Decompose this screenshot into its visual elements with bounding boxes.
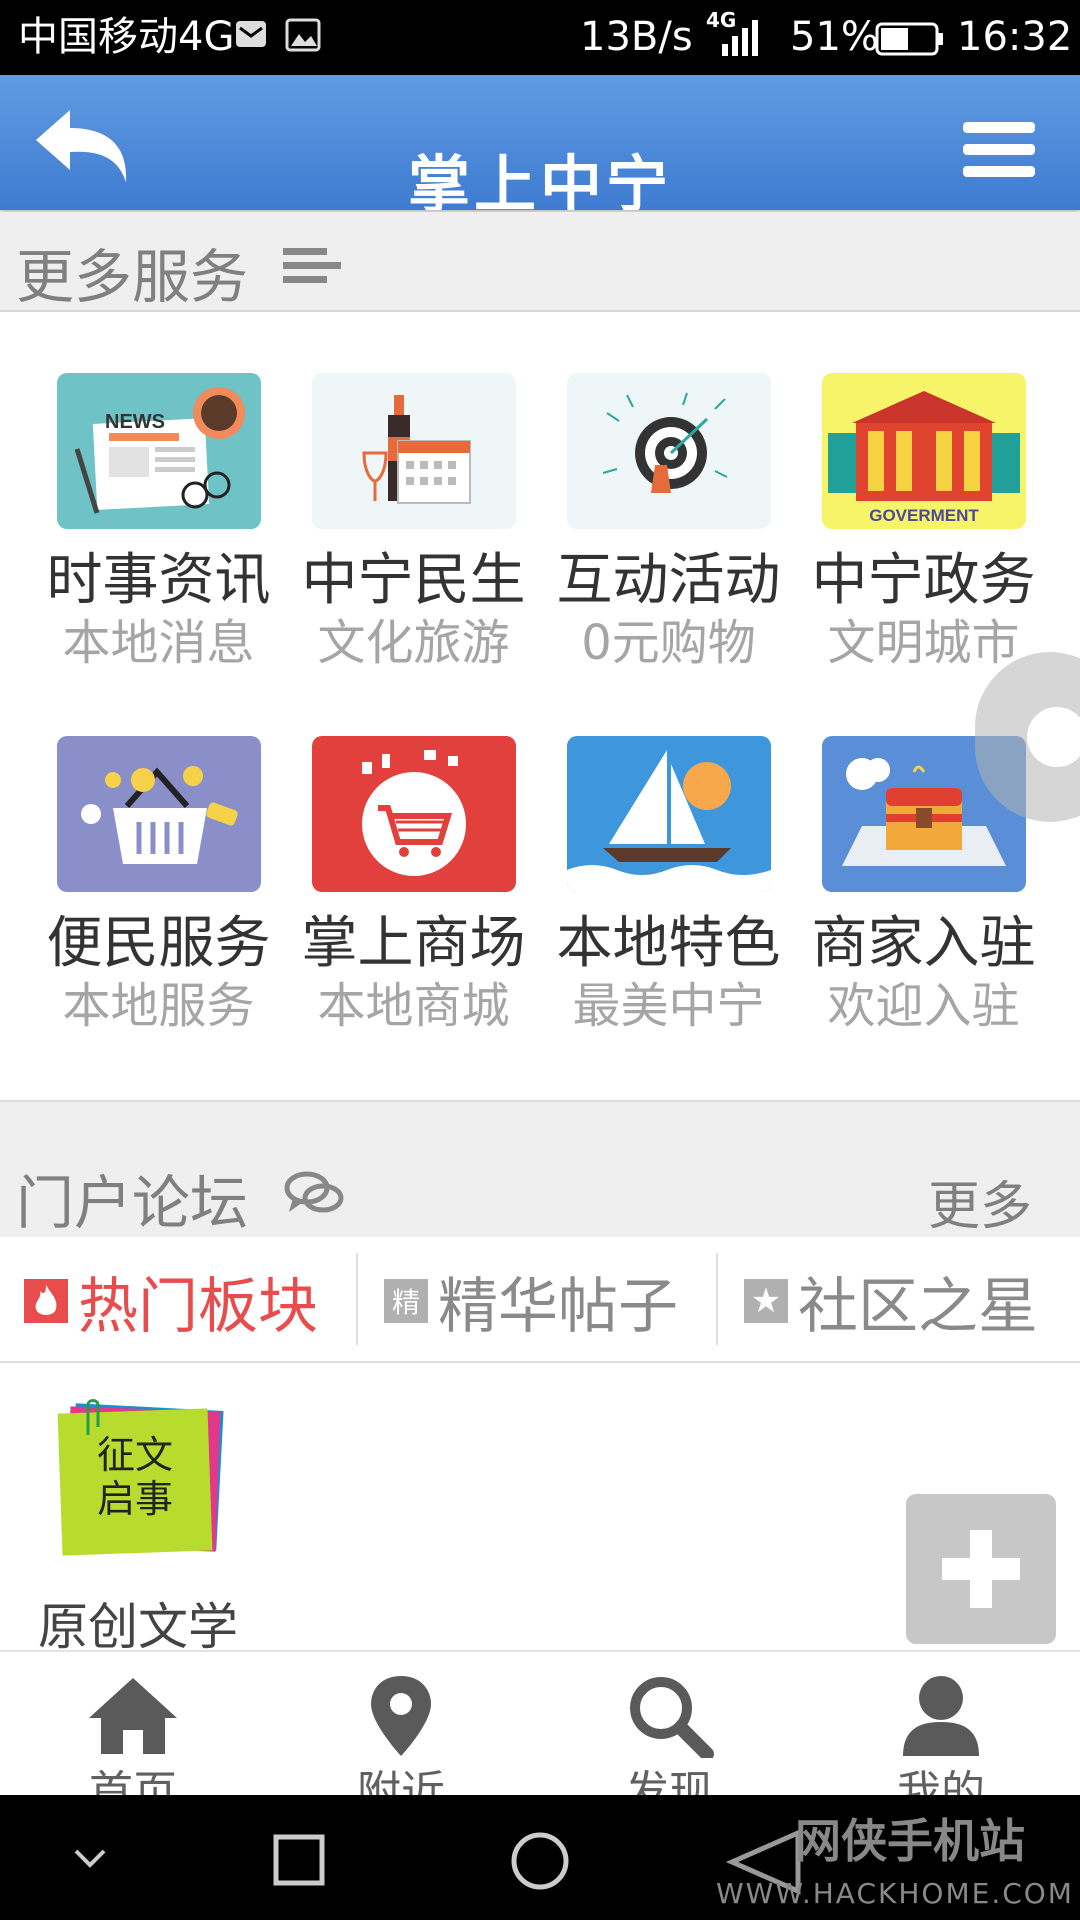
image-icon <box>285 18 321 52</box>
shopping-basket-icon <box>56 736 261 892</box>
service-title: 时事资讯 <box>46 548 271 613</box>
home-icon <box>89 1678 177 1754</box>
forum-header: 门户论坛 更多 <box>0 1100 1080 1240</box>
forum-board-item[interactable]: 征文 启事 原创文学 <box>30 1395 270 1656</box>
tab-featured[interactable]: 精 精华帖子 <box>384 1261 678 1342</box>
service-item-government[interactable]: GOVERMENT 中宁政务 文明城市 <box>796 373 1051 671</box>
nav-label: 首页 <box>89 1767 177 1798</box>
services-title: 更多服务 <box>16 243 249 311</box>
service-title: 互动活动 <box>556 548 781 613</box>
board-title: 原创文学 <box>38 1598 238 1656</box>
add-button[interactable] <box>906 1494 1056 1644</box>
featured-badge-icon: 精 <box>384 1279 428 1323</box>
plus-icon <box>942 1530 1020 1608</box>
sailboat-icon <box>566 736 771 892</box>
service-title: 中宁政务 <box>811 548 1036 613</box>
list-icon <box>283 248 341 283</box>
forum-title: 门户论坛 <box>16 1169 249 1237</box>
service-item-convenience[interactable]: 便民服务 本地服务 <box>31 736 286 1034</box>
star-icon: ★ <box>744 1279 788 1323</box>
chat-bubbles-icon <box>284 1171 344 1213</box>
service-subtitle: 本地商城 <box>317 978 510 1034</box>
service-subtitle: 0元购物 <box>581 615 756 671</box>
watermark-text: 网侠手机站 <box>795 1814 1025 1868</box>
nav-label: 发现 <box>625 1767 713 1798</box>
menu-button[interactable] <box>955 120 1040 190</box>
target-icon <box>566 373 771 529</box>
tab-label: 热门板块 <box>78 1271 318 1342</box>
clock: 16:32 <box>957 14 1073 60</box>
bottom-navigation: 首页 附近 发现 我的 <box>0 1650 1080 1797</box>
nav-nearby[interactable]: 附近 <box>306 1672 496 1797</box>
tab-community-star[interactable]: ★ 社区之星 <box>744 1261 1038 1342</box>
carrier-label: 中国移动4G <box>18 14 235 60</box>
service-item-activities[interactable]: 互动活动 0元购物 <box>541 373 796 671</box>
tab-hot[interactable]: 热门板块 <box>24 1261 318 1342</box>
service-subtitle: 本地消息 <box>62 615 255 671</box>
news-icon: NEWS <box>56 373 261 529</box>
tab-label: 社区之星 <box>798 1271 1038 1342</box>
service-title: 便民服务 <box>46 911 271 976</box>
recent-apps-icon[interactable] <box>272 1833 328 1889</box>
service-title: 本地特色 <box>556 911 781 976</box>
forum-more-link[interactable]: 更多 <box>928 1164 1032 1239</box>
menu-line <box>963 166 1035 177</box>
nav-home[interactable]: 首页 <box>38 1672 228 1797</box>
battery-percent: 51% <box>790 14 879 60</box>
service-title: 商家入驻 <box>811 911 1036 976</box>
message-icon <box>236 21 266 47</box>
chevron-down-icon[interactable] <box>70 1843 110 1873</box>
service-item-mall[interactable]: 掌上商场 本地商城 <box>286 736 541 1034</box>
services-header: 更多服务 <box>0 212 1080 312</box>
nav-profile[interactable]: 我的 <box>846 1672 1036 1797</box>
service-title: 掌上商场 <box>301 911 526 976</box>
status-bar: 中国移动4G 13B/s 4G 51% 16:32 <box>0 0 1080 75</box>
government-building-icon: GOVERMENT <box>821 373 1026 529</box>
menu-line <box>963 144 1035 155</box>
search-icon <box>630 1677 714 1761</box>
service-item-livelihood[interactable]: 中宁民生 文化旅游 <box>286 373 541 671</box>
app-header: 掌上中宁 <box>0 75 1080 210</box>
service-title: 中宁民生 <box>301 548 526 613</box>
shopping-cart-icon <box>311 736 516 892</box>
tab-label: 精华帖子 <box>438 1271 678 1342</box>
service-item-news[interactable]: NEWS 时事资讯 本地消息 <box>31 373 286 671</box>
nav-label: 附近 <box>357 1767 445 1798</box>
service-item-local[interactable]: 本地特色 最美中宁 <box>541 736 796 1034</box>
wine-calendar-icon <box>311 373 516 529</box>
nav-discover[interactable]: 发现 <box>574 1672 764 1797</box>
home-button-icon[interactable] <box>508 1829 572 1893</box>
floating-ball-dot <box>1027 707 1080 767</box>
svg-text:GOVERMENT: GOVERMENT <box>869 506 979 525</box>
note-text: 征文 启事 <box>96 1433 173 1521</box>
tab-divider <box>356 1253 358 1345</box>
sticky-note-icon: 征文 启事 <box>57 1399 224 1556</box>
paperclip-icon <box>86 1399 100 1435</box>
service-subtitle: 文化旅游 <box>317 615 510 671</box>
forum-tabs: 热门板块 精 精华帖子 ★ 社区之星 <box>0 1237 1080 1363</box>
menu-line <box>963 122 1035 133</box>
user-icon <box>903 1676 979 1756</box>
network-speed: 13B/s <box>580 14 693 60</box>
system-navigation-bar: 网侠手机站 WWW.HACKHOME.COM <box>0 1795 1080 1920</box>
service-subtitle: 欢迎入驻 <box>827 978 1020 1034</box>
service-subtitle: 最美中宁 <box>572 978 765 1034</box>
location-pin-icon <box>371 1676 431 1756</box>
watermark-url: WWW.HACKHOME.COM <box>716 1877 1074 1910</box>
flame-icon <box>24 1279 68 1323</box>
signal-icon <box>722 20 758 56</box>
tab-divider <box>716 1253 718 1345</box>
nav-label: 我的 <box>897 1767 985 1798</box>
battery-icon <box>875 22 943 56</box>
svg-text:NEWS: NEWS <box>105 411 165 433</box>
page-title: 掌上中宁 <box>407 148 672 210</box>
service-subtitle: 本地服务 <box>62 978 255 1034</box>
